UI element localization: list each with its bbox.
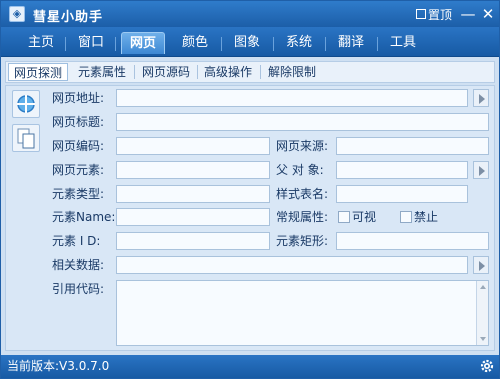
ref-code-textarea[interactable]	[116, 280, 489, 346]
element-id-label: 元素 I D:	[52, 234, 101, 248]
arrow-right-icon	[479, 261, 485, 271]
close-button[interactable]: ✕	[479, 4, 497, 24]
encoding-label: 网页编码:	[52, 139, 105, 153]
pin-on-top-button[interactable]: 置顶	[416, 6, 452, 22]
visible-checkbox[interactable]	[338, 211, 350, 223]
ref-code-scrollbar[interactable]	[476, 281, 488, 345]
disabled-label: 禁止	[414, 210, 439, 224]
source-label: 网页来源:	[276, 139, 329, 153]
style-name-field[interactable]	[336, 185, 468, 203]
menu-divider	[221, 37, 222, 51]
menu-divider	[377, 37, 378, 51]
subtab-element-props[interactable]: 元素属性	[74, 63, 130, 81]
element-type-label: 元素类型:	[52, 187, 105, 201]
status-bar: 当前版本:V3.0.7.0	[1, 355, 499, 378]
scroll-down-icon[interactable]	[477, 335, 489, 343]
subtab-advanced[interactable]: 高级操作	[200, 63, 256, 81]
subtab-unlock[interactable]: 解除限制	[264, 63, 320, 81]
element-field[interactable]	[116, 161, 270, 179]
element-name-label: 元素Name:	[52, 210, 116, 224]
parent-field[interactable]	[336, 161, 468, 179]
source-field[interactable]	[336, 137, 489, 155]
url-label: 网页地址:	[52, 91, 105, 105]
tab-color[interactable]: 颜色	[175, 32, 215, 54]
common-attr-label: 常规属性:	[276, 210, 329, 224]
parent-arrow-button[interactable]	[473, 161, 489, 179]
element-label: 网页元素:	[52, 163, 105, 177]
element-name-field[interactable]	[116, 208, 270, 226]
element-type-field[interactable]	[116, 185, 270, 203]
element-rect-label: 元素矩形:	[276, 234, 329, 248]
related-data-label: 相关数据:	[52, 258, 105, 272]
tab-tools[interactable]: 工具	[383, 32, 423, 54]
window-title: 彗星小助手	[33, 10, 104, 25]
probe-form-panel: 网页地址: 网页标题: 网页编码: 网页来源: 网页元素: 父 对 象: 元素类…	[5, 85, 495, 351]
tab-window[interactable]: 窗口	[71, 32, 111, 54]
arrow-right-icon	[479, 94, 485, 104]
subtab-page-source[interactable]: 网页源码	[138, 63, 194, 81]
gear-icon[interactable]	[479, 358, 495, 374]
menu-divider	[325, 37, 326, 51]
element-id-field[interactable]	[116, 232, 270, 250]
page-title-field[interactable]	[116, 113, 489, 131]
copy-button[interactable]	[12, 124, 40, 152]
pin-checkbox-icon	[416, 9, 426, 19]
url-field[interactable]	[116, 89, 468, 107]
crosshair-target-icon	[17, 95, 35, 113]
app-logo-icon: ◈	[9, 6, 25, 22]
title-bar[interactable]: ◈ 彗星小助手 置顶 — ✕	[1, 1, 499, 27]
tab-home[interactable]: 主页	[21, 32, 61, 54]
encoding-field[interactable]	[116, 137, 270, 155]
subtab-divider	[134, 65, 135, 79]
tab-image[interactable]: 图象	[227, 32, 267, 54]
related-data-arrow-button[interactable]	[473, 256, 489, 274]
arrow-right-icon	[479, 166, 485, 176]
menu-divider	[273, 37, 274, 51]
visible-label: 可视	[352, 210, 377, 224]
menu-divider	[65, 37, 66, 51]
subtab-divider	[260, 65, 261, 79]
disabled-checkbox[interactable]	[400, 211, 412, 223]
target-probe-button[interactable]	[12, 90, 40, 118]
title-label: 网页标题:	[52, 115, 105, 129]
app-window: ◈ 彗星小助手 置顶 — ✕ 主页 窗口 网页 颜色 图象 系统 翻译 工具 网…	[0, 0, 500, 379]
version-text: 当前版本:V3.0.7.0	[7, 359, 110, 373]
tab-system[interactable]: 系统	[279, 32, 319, 54]
style-name-label: 样式表名:	[276, 187, 329, 201]
element-rect-field[interactable]	[336, 232, 489, 250]
pin-label: 置顶	[428, 7, 453, 22]
subtab-divider	[197, 65, 198, 79]
subtab-page-probe[interactable]: 网页探测	[8, 63, 68, 81]
url-arrow-button[interactable]	[473, 89, 489, 107]
parent-label: 父 对 象:	[276, 163, 324, 177]
minimize-button[interactable]: —	[459, 4, 477, 24]
tab-webpage[interactable]: 网页	[121, 32, 165, 54]
scroll-up-icon[interactable]	[477, 283, 489, 291]
related-data-field[interactable]	[116, 256, 468, 274]
menu-divider	[115, 37, 116, 51]
tab-translate[interactable]: 翻译	[331, 32, 371, 54]
main-menu-bar: 主页 窗口 网页 颜色 图象 系统 翻译 工具	[1, 27, 499, 57]
copy-pages-icon	[17, 128, 35, 149]
sub-tab-bar: 网页探测 元素属性 网页源码 高级操作 解除限制	[5, 61, 495, 83]
ref-code-label: 引用代码:	[52, 282, 105, 296]
